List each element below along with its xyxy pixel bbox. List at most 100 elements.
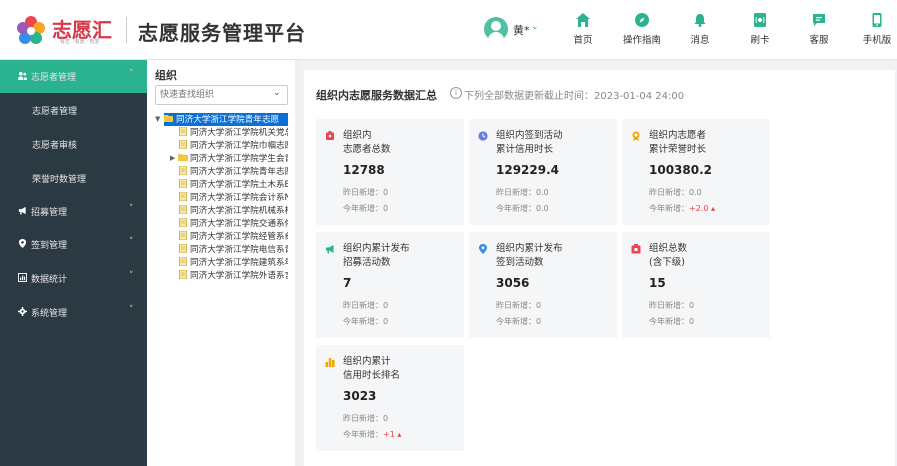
sidebar-item-statistics[interactable]: 数据统计 ˅ [0,262,147,295]
sidebar: 志愿者管理 ˄ 志愿者管理 志愿者审核 荣誉时数管理 招募管理 ˅ 签到管理 ˅… [0,60,147,466]
tree-node-label: 同济大学浙江学院电信系青 [190,245,288,255]
logo-icon[interactable] [14,13,48,47]
chevron-down-icon[interactable]: ⌄ [531,22,539,32]
stat-year: 今年新增：+2.0 ▴ [649,203,715,214]
sidebar-subitem-label: 志愿者审核 [32,141,78,151]
stat-label-line1: 组织内累计 [343,356,391,367]
tree-node-label: 同济大学浙江学院青年志愿 [176,115,280,125]
logo-slogan: 有志 · 有愿 · 有爱 [60,39,100,45]
mobile-icon [872,13,882,27]
stat-year-value: 0.0 [536,204,549,213]
chart-icon [18,273,27,282]
stat-yesterday: 昨日新增：0 [496,300,541,311]
card-reader-icon [754,13,766,27]
sidebar-item-checkin-mgmt[interactable]: 签到管理 ˅ [0,228,147,261]
document-icon [179,270,187,279]
tree-node-label: 同济大学浙江学院学生会青 [190,154,288,164]
stat-year-label: 今年新增： [496,317,536,326]
user-name[interactable]: 黄* [513,22,530,38]
info-icon[interactable]: i [450,87,462,99]
stat-year: 今年新增：+1 ▴ [343,429,401,440]
stat-card: 组织内签到活动 累计信用时长 129229.4 昨日新增：0.0 今年新增：0.0 [469,119,617,225]
chat-icon [813,14,825,26]
app-title: 志愿服务管理平台 [138,21,306,45]
sidebar-item-system-mgmt[interactable]: 系统管理 ˅ [0,296,147,329]
stat-year: 今年新增：0 [649,316,694,327]
sidebar-subitem-honor-hours[interactable]: 荣誉时数管理 [0,161,147,194]
tree-node-label: 同济大学浙江学院建筑系年 [190,258,288,268]
tree-node[interactable]: 同济大学浙江学院外语系言 [178,269,288,282]
sidebar-item-volunteer-mgmt[interactable]: 志愿者管理 ˄ [0,60,147,93]
avatar[interactable] [484,17,508,41]
nav-mobile-label: 手机版 [862,35,892,46]
stat-year: 今年新增：0 [496,316,541,327]
stat-label-line2: 信用时长排名 [343,370,401,381]
tree-node-label: 同济大学浙江学院经管系纟 [190,232,288,242]
nav-mobile[interactable]: 手机版 [847,12,897,46]
stat-value: 129229.4 [496,163,560,177]
stat-card: 组织内累计发布 签到活动数 3056 昨日新增：0 今年新增：0 [469,232,617,338]
compass-icon [635,13,649,27]
tree-node[interactable]: 同济大学浙江学院经管系纟 [178,230,288,243]
stat-year-label: 今年新增： [343,204,383,213]
stat-label-line2: (含下级) [649,257,685,268]
sidebar-subitem-label: 荣誉时数管理 [32,175,87,185]
tree-node[interactable]: 同济大学浙江学院建筑系年 [178,256,288,269]
stat-label-line1: 组织内志愿者 [649,130,707,141]
tree-node[interactable]: 同济大学浙江学院土木系E [178,178,288,191]
nav-home-label: 首页 [573,35,593,46]
stat-yesterday: 昨日新增：0.0 [496,187,549,198]
stat-yesterday-value: 0.0 [689,188,702,197]
stat-year-value: +1 [383,430,395,439]
clock-icon [478,131,488,141]
chevron-down-icon: ˅ [129,271,134,281]
nav-messages-label: 消息 [690,35,710,46]
trend-up-icon: ▴ [710,204,715,213]
nav-guide[interactable]: 操作指南 [612,12,672,46]
tree-node[interactable]: 同济大学浙江学院巾帼志愿 [178,139,288,152]
tree-collapse-icon[interactable]: ▼ [155,115,160,123]
tree-expand-icon[interactable]: ▶ [170,154,175,162]
nav-messages[interactable]: 消息 [670,12,730,46]
stat-label: 组织内累计信用时长排名 [343,355,463,383]
stat-yesterday: 昨日新增：0.0 [649,187,702,198]
tree-node[interactable]: 同济大学浙江学院会计系N [178,191,288,204]
stat-label-line2: 签到活动数 [496,257,544,268]
stat-card: 组织总数 (含下级) 15 昨日新增：0 今年新增：0 [622,232,770,338]
stat-label-line1: 组织内累计发布 [496,243,563,254]
document-icon [179,244,187,253]
document-icon [179,192,187,201]
sidebar-item-recruit-mgmt[interactable]: 招募管理 ˅ [0,195,147,228]
stat-label-line2: 累计荣誉时长 [649,144,707,155]
sidebar-subitem-volunteer-mgmt[interactable]: 志愿者管理 [0,93,147,126]
stat-year-label: 今年新增： [343,430,383,439]
tree-node[interactable]: 同济大学浙江学院电信系青 [178,243,288,256]
nav-home[interactable]: 首页 [553,12,613,46]
stat-yesterday: 昨日新增：0 [343,300,388,311]
nav-support[interactable]: 客服 [789,12,849,46]
org-tree-panel: 组织 ⌄ ▼ 同济大学浙江学院青年志愿 同济大学浙江学院机关党总同济大学浙江学院… [147,60,295,466]
stat-label-line1: 组织内累计发布 [343,243,410,254]
stat-yesterday-value: 0 [689,301,695,310]
megaphone-icon [18,206,26,215]
chevron-down-icon[interactable]: ⌄ [273,88,281,98]
chevron-down-icon: ˅ [129,204,134,214]
stat-yesterday-value: 0 [383,414,389,423]
trend-up-icon: ▴ [397,430,402,439]
stat-label: 组织内签到活动 累计信用时长 [496,129,616,157]
bar-chart-icon [325,358,335,367]
stat-year-value: 0 [536,317,542,326]
nav-card-swipe[interactable]: 刷卡 [730,12,790,46]
tree-node[interactable]: 同济大学浙江学院机械系析 [178,204,288,217]
stat-year: 今年新增：0.0 [496,203,549,214]
tree-node[interactable]: 同济大学浙江学院交通系侬 [178,217,288,230]
tree-node[interactable]: 同济大学浙江学院学生会青 [178,152,288,165]
sidebar-subitem-volunteer-review[interactable]: 志愿者审核 [0,127,147,160]
tree-node-root[interactable]: 同济大学浙江学院青年志愿 [164,113,288,126]
org-search-input[interactable] [155,85,288,105]
bell-icon [694,14,706,27]
stat-yesterday-label: 昨日新增： [649,301,689,310]
tree-node[interactable]: 同济大学浙江学院青年志愿 [178,165,288,178]
megaphone-icon [326,245,334,254]
tree-node[interactable]: 同济大学浙江学院机关党总 [178,126,288,139]
